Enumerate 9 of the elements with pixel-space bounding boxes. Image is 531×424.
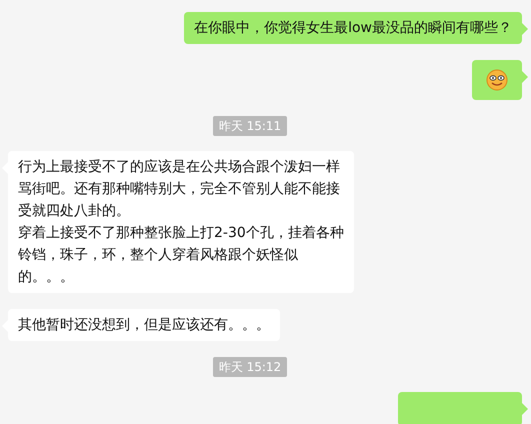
message-text: 行为上最接受不了的应该是在公共场合跟个泼妇一样骂街吧。还有那种嘴特别大，完全不管别人能不能接受就四处八卦的。 xyxy=(18,158,341,221)
message-text: 穿着上接受不了那种整张脸上打2-30个孔，挂着各种铃铛，珠子，环，整个人穿着风格跟个妖怪似的。。。 xyxy=(18,224,344,287)
smiley-icon xyxy=(486,69,508,91)
message-bubble: 其他暂时还没想到，但是应该还有。。。 xyxy=(8,309,280,341)
timestamp: 昨天 15:12 xyxy=(212,357,288,377)
timestamp: 昨天 15:11 xyxy=(212,116,288,136)
message-bubble: 在你眼中，你觉得女生最low最没品的瞬间有哪些？ xyxy=(184,12,522,44)
bubble-tail xyxy=(522,403,528,415)
bubble-tail xyxy=(522,23,528,35)
